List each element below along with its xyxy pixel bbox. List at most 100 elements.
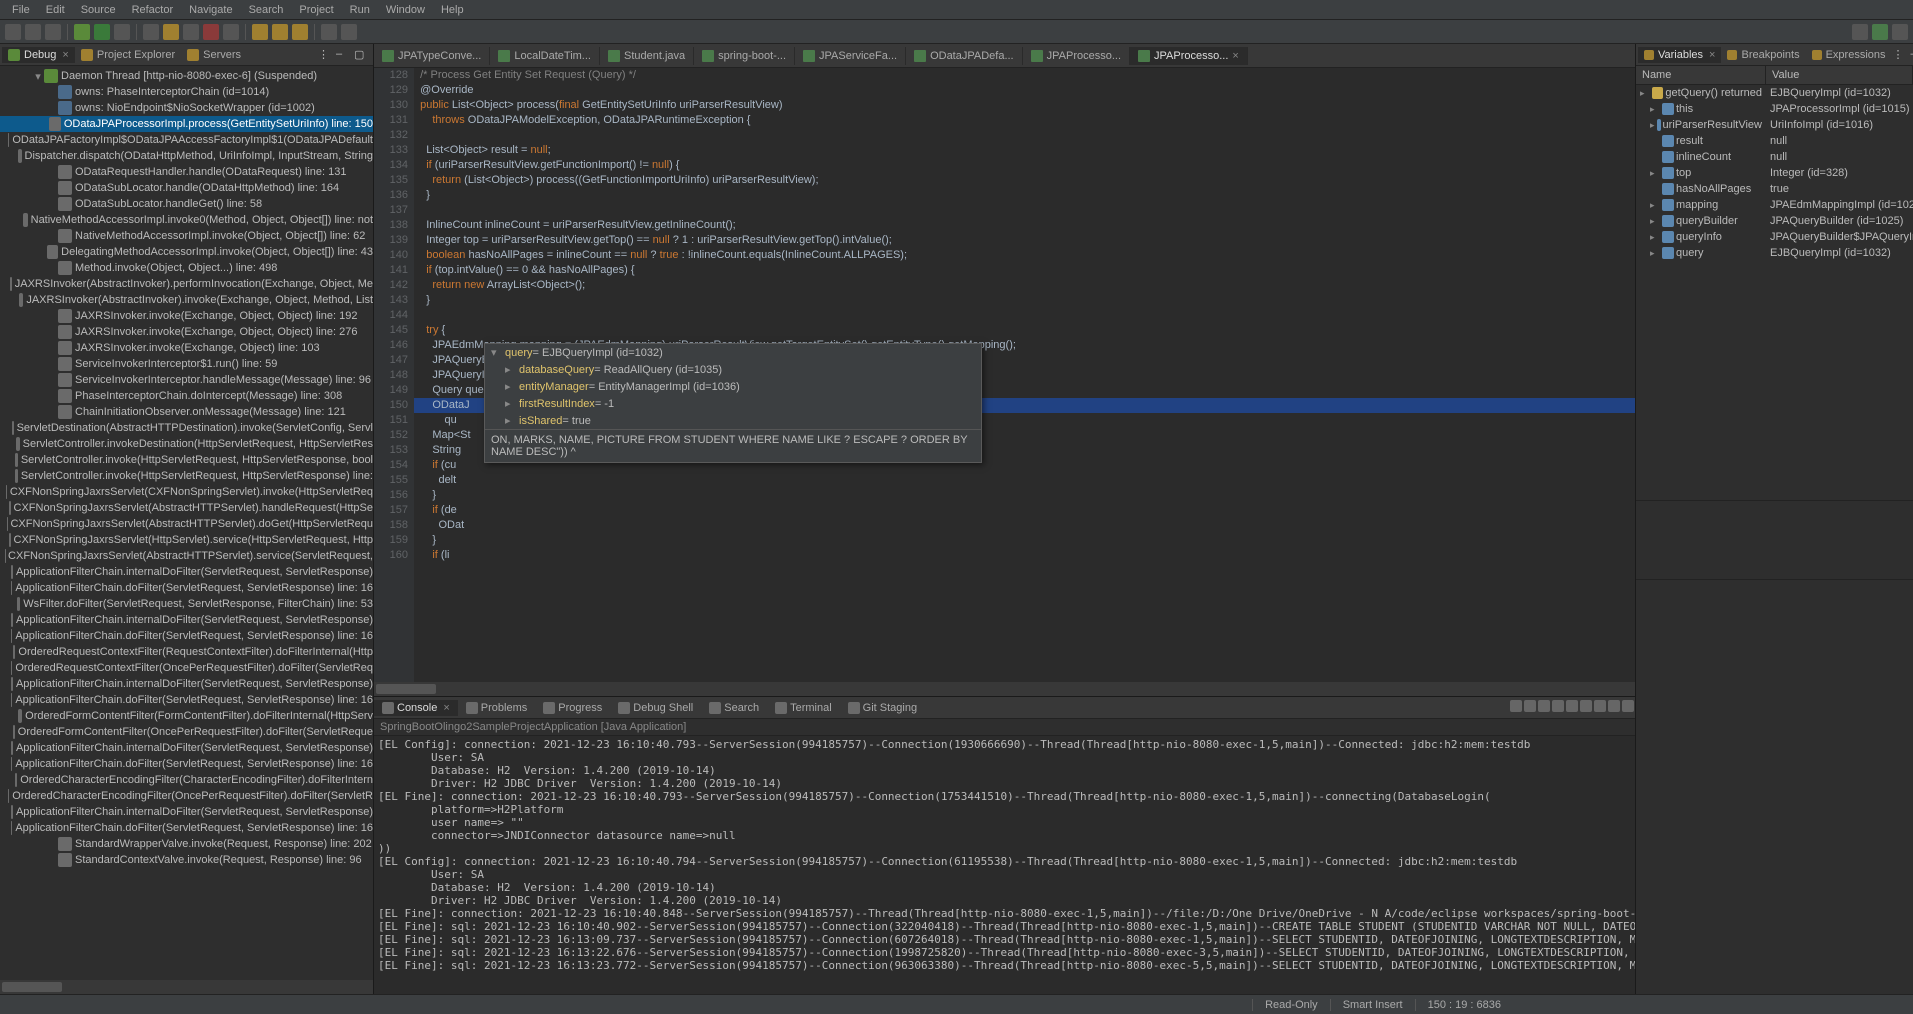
tab-breakpoints[interactable]: Breakpoints — [1721, 47, 1805, 63]
stack-frame[interactable]: Method.invoke(Object, Object...) line: 4… — [0, 260, 373, 276]
suspend-icon[interactable] — [183, 24, 199, 40]
step-return-icon[interactable] — [292, 24, 308, 40]
stack-frame[interactable]: ApplicationFilterChain.doFilter(ServletR… — [0, 820, 373, 836]
stack-frame[interactable]: ▾Daemon Thread [http-nio-8080-exec-6] (S… — [0, 68, 373, 84]
coverage-icon[interactable] — [114, 24, 130, 40]
stack-frame[interactable]: ServiceInvokerInterceptor$1.run() line: … — [0, 356, 373, 372]
variable-row[interactable]: inlineCountnull — [1636, 149, 1913, 165]
tab-debug[interactable]: Debug× — [2, 47, 75, 63]
stack-frame[interactable]: ApplicationFilterChain.internalDoFilter(… — [0, 676, 373, 692]
menu-file[interactable]: File — [4, 4, 38, 16]
stack-frame[interactable]: ODataJPAProcessorImpl.process(GetEntityS… — [0, 116, 373, 132]
stack-frame[interactable]: StandardContextValve.invoke(Request, Res… — [0, 852, 373, 868]
menu-refactor[interactable]: Refactor — [124, 4, 182, 16]
pin-icon[interactable] — [1566, 700, 1578, 712]
stack-frame[interactable]: OrderedRequestContextFilter(OncePerReque… — [0, 660, 373, 676]
stack-frame[interactable]: DelegatingMethodAccessorImpl.invoke(Obje… — [0, 244, 373, 260]
horizontal-scrollbar[interactable] — [0, 980, 373, 994]
step-over-icon[interactable] — [272, 24, 288, 40]
popup-field[interactable]: ▸isShared= true — [485, 412, 981, 429]
clear-icon[interactable] — [1538, 700, 1550, 712]
open-console-icon[interactable] — [1580, 700, 1592, 712]
menu-help[interactable]: Help — [433, 4, 472, 16]
menu-project[interactable]: Project — [291, 4, 341, 16]
variables-detail-pane[interactable] — [1636, 580, 1913, 995]
stack-frame[interactable]: CXFNonSpringJaxrsServlet(HttpServlet).se… — [0, 532, 373, 548]
stack-frame[interactable]: JAXRSInvoker.invoke(Exchange, Object, Ob… — [0, 308, 373, 324]
stack-frame[interactable]: owns: NioEndpoint$NioSocketWrapper (id=1… — [0, 100, 373, 116]
stack-frame[interactable]: NativeMethodAccessorImpl.invoke(Object, … — [0, 228, 373, 244]
terminate-icon[interactable] — [203, 24, 219, 40]
stack-frame[interactable]: ServletController.invokeDestination(Http… — [0, 436, 373, 452]
skip-breakpoints-icon[interactable] — [143, 24, 159, 40]
menu-source[interactable]: Source — [73, 4, 124, 16]
editor-tab[interactable]: spring-boot-... — [694, 47, 795, 65]
close-icon[interactable]: × — [1709, 49, 1715, 61]
stack-frame[interactable]: ApplicationFilterChain.doFilter(ServletR… — [0, 756, 373, 772]
tab-project-explorer[interactable]: Project Explorer — [75, 47, 181, 63]
maximize-icon[interactable]: ▢ — [354, 48, 368, 62]
stack-frame[interactable]: ApplicationFilterChain.internalDoFilter(… — [0, 564, 373, 580]
stack-frame[interactable]: JAXRSInvoker.invoke(Exchange, Object, Ob… — [0, 324, 373, 340]
view-menu-icon[interactable]: ⋮ — [318, 48, 332, 62]
stack-frame[interactable]: WsFilter.doFilter(ServletRequest, Servle… — [0, 596, 373, 612]
save-all-icon[interactable] — [45, 24, 61, 40]
perspective-java-icon[interactable] — [1892, 24, 1908, 40]
tab-git-staging[interactable]: Git Staging — [840, 700, 925, 716]
popup-field[interactable]: ▸entityManager= EntityManagerImpl (id=10… — [485, 378, 981, 395]
stack-frame[interactable]: StandardWrapperValve.invoke(Request, Res… — [0, 836, 373, 852]
use-step-filters-icon[interactable] — [341, 24, 357, 40]
tab-variables[interactable]: Variables× — [1638, 47, 1721, 63]
editor-hscroll[interactable] — [374, 682, 1635, 696]
variable-row[interactable]: ▸queryBuilderJPAQueryBuilder (id=1025) — [1636, 213, 1913, 229]
variable-row[interactable]: ▸topInteger (id=328) — [1636, 165, 1913, 181]
search-icon[interactable] — [1852, 24, 1868, 40]
close-icon[interactable]: × — [62, 49, 68, 61]
tab-progress[interactable]: Progress — [535, 700, 610, 716]
variable-row[interactable]: resultnull — [1636, 133, 1913, 149]
stack-frame[interactable]: OrderedCharacterEncodingFilter(Character… — [0, 772, 373, 788]
stack-frame[interactable]: CXFNonSpringJaxrsServlet(CXFNonSpringSer… — [0, 484, 373, 500]
stack-frame[interactable]: ServiceInvokerInterceptor.handleMessage(… — [0, 372, 373, 388]
menu-window[interactable]: Window — [378, 4, 433, 16]
run-icon[interactable] — [94, 24, 110, 40]
stack-frame[interactable]: ApplicationFilterChain.doFilter(ServletR… — [0, 692, 373, 708]
tab-search[interactable]: Search — [701, 700, 767, 716]
stack-frame[interactable]: ApplicationFilterChain.internalDoFilter(… — [0, 804, 373, 820]
variable-row[interactable]: ▸mappingJPAEdmMappingImpl (id=1024) — [1636, 197, 1913, 213]
scroll-lock-icon[interactable] — [1552, 700, 1564, 712]
view-menu-icon[interactable]: ⋮ — [1893, 48, 1907, 62]
stack-frame[interactable]: OrderedFormContentFilter(OncePerRequestF… — [0, 724, 373, 740]
editor-tab[interactable]: JPAServiceFa... — [795, 47, 906, 65]
editor-tab[interactable]: JPAProcesso...× — [1130, 47, 1248, 65]
display-icon[interactable] — [1594, 700, 1606, 712]
tab-servers[interactable]: Servers — [181, 47, 247, 63]
stack-frame[interactable]: OrderedCharacterEncodingFilter(OncePerRe… — [0, 788, 373, 804]
stack-frame[interactable]: PhaseInterceptorChain.doIntercept(Messag… — [0, 388, 373, 404]
variable-row[interactable]: ▸queryEJBQueryImpl (id=1032) — [1636, 245, 1913, 261]
popup-field[interactable]: ▸databaseQuery= ReadAllQuery (id=1035) — [485, 361, 981, 378]
stack-frame[interactable]: CXFNonSpringJaxrsServlet(AbstractHTTPSer… — [0, 500, 373, 516]
new-icon[interactable] — [5, 24, 21, 40]
perspective-debug-icon[interactable] — [1872, 24, 1888, 40]
resume-icon[interactable] — [163, 24, 179, 40]
stack-frame[interactable]: ApplicationFilterChain.doFilter(ServletR… — [0, 628, 373, 644]
stack-frame[interactable]: ODataRequestHandler.handle(ODataRequest)… — [0, 164, 373, 180]
variable-row[interactable]: ▸queryInfoJPAQueryBuilder$JPAQueryInfo ( — [1636, 229, 1913, 245]
tab-debug-shell[interactable]: Debug Shell — [610, 700, 701, 716]
menu-search[interactable]: Search — [241, 4, 292, 16]
stack-frame[interactable]: ApplicationFilterChain.doFilter(ServletR… — [0, 580, 373, 596]
editor-tab[interactable]: JPAProcesso... — [1023, 47, 1130, 65]
stack-frame[interactable]: ODataJPAFactoryImpl$ODataJPAAccessFactor… — [0, 132, 373, 148]
close-icon[interactable]: × — [443, 702, 449, 714]
step-into-icon[interactable] — [252, 24, 268, 40]
stack-frame[interactable]: ApplicationFilterChain.internalDoFilter(… — [0, 740, 373, 756]
stack-frame[interactable]: ODataSubLocator.handle(ODataHttpMethod) … — [0, 180, 373, 196]
stack-frame[interactable]: JAXRSInvoker.invoke(Exchange, Object) li… — [0, 340, 373, 356]
tab-terminal[interactable]: Terminal — [767, 700, 840, 716]
variables-table[interactable]: ▸getQuery() returnedEJBQueryImpl (id=103… — [1636, 85, 1913, 500]
stack-frame[interactable]: ChainInitiationObserver.onMessage(Messag… — [0, 404, 373, 420]
editor-tab[interactable]: JPATypeConve... — [374, 47, 490, 65]
stack-frame[interactable]: ServletDestination(AbstractHTTPDestinati… — [0, 420, 373, 436]
tab-console[interactable]: Console× — [374, 700, 458, 716]
